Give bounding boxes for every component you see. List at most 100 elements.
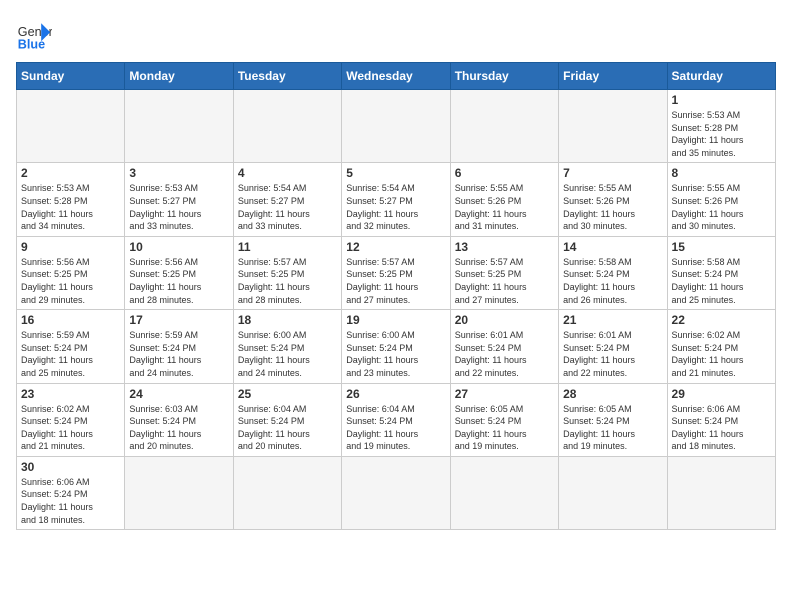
day-number: 7 <box>563 166 662 180</box>
calendar-week-row: 23Sunrise: 6:02 AM Sunset: 5:24 PM Dayli… <box>17 383 776 456</box>
calendar-cell <box>233 456 341 529</box>
calendar-cell: 1 Sunrise: 5:53 AM Sunset: 5:28 PM Daylig… <box>667 90 775 163</box>
day-info: Sunrise: 5:53 AM Sunset: 5:28 PM Dayligh… <box>21 182 120 232</box>
day-info: Sunrise: 6:04 AM Sunset: 5:24 PM Dayligh… <box>238 403 337 453</box>
calendar-cell: 14 Sunrise: 5:58 AM Sunset: 5:24 PM Dayli… <box>559 236 667 309</box>
weekday-header-wednesday: Wednesday <box>342 63 450 90</box>
day-number: 3 <box>129 166 228 180</box>
calendar-week-row: 2 Sunrise: 5:53 AM Sunset: 5:28 PM Daylig… <box>17 163 776 236</box>
calendar-cell: 13Sunrise: 5:57 AM Sunset: 5:25 PM Dayli… <box>450 236 558 309</box>
day-number: 25 <box>238 387 337 401</box>
calendar-cell <box>450 90 558 163</box>
logo: General Blue <box>16 16 52 52</box>
weekday-header-sunday: Sunday <box>17 63 125 90</box>
calendar-cell: 2 Sunrise: 5:53 AM Sunset: 5:28 PM Daylig… <box>17 163 125 236</box>
calendar-cell: 10 Sunrise: 5:56 AM Sunset: 5:25 PM Dayli… <box>125 236 233 309</box>
weekday-header-thursday: Thursday <box>450 63 558 90</box>
day-number: 15 <box>672 240 771 254</box>
day-info: Sunrise: 5:59 AM Sunset: 5:24 PM Dayligh… <box>129 329 228 379</box>
day-number: 16 <box>21 313 120 327</box>
calendar-cell: 21Sunrise: 6:01 AM Sunset: 5:24 PM Dayli… <box>559 310 667 383</box>
svg-text:Blue: Blue <box>18 37 45 51</box>
calendar-cell: 4 Sunrise: 5:54 AM Sunset: 5:27 PM Daylig… <box>233 163 341 236</box>
day-number: 14 <box>563 240 662 254</box>
calendar-week-row: 1 Sunrise: 5:53 AM Sunset: 5:28 PM Daylig… <box>17 90 776 163</box>
day-number: 5 <box>346 166 445 180</box>
calendar-cell: 29Sunrise: 6:06 AM Sunset: 5:24 PM Dayli… <box>667 383 775 456</box>
day-info: Sunrise: 5:54 AM Sunset: 5:27 PM Dayligh… <box>238 182 337 232</box>
day-info: Sunrise: 5:59 AM Sunset: 5:24 PM Dayligh… <box>21 329 120 379</box>
calendar-cell: 7 Sunrise: 5:55 AM Sunset: 5:26 PM Daylig… <box>559 163 667 236</box>
day-info: Sunrise: 5:58 AM Sunset: 5:24 PM Dayligh… <box>672 256 771 306</box>
day-info: Sunrise: 6:01 AM Sunset: 5:24 PM Dayligh… <box>455 329 554 379</box>
day-number: 4 <box>238 166 337 180</box>
day-info: Sunrise: 6:02 AM Sunset: 5:24 PM Dayligh… <box>672 329 771 379</box>
calendar-cell <box>559 90 667 163</box>
logo-icon: General Blue <box>16 16 52 52</box>
day-number: 8 <box>672 166 771 180</box>
calendar-cell: 22 Sunrise: 6:02 AM Sunset: 5:24 PM Dayli… <box>667 310 775 383</box>
day-number: 24 <box>129 387 228 401</box>
calendar-cell: 30Sunrise: 6:06 AM Sunset: 5:24 PM Dayli… <box>17 456 125 529</box>
day-number: 21 <box>563 313 662 327</box>
calendar-cell: 24Sunrise: 6:03 AM Sunset: 5:24 PM Dayli… <box>125 383 233 456</box>
calendar-cell <box>342 456 450 529</box>
day-info: Sunrise: 5:56 AM Sunset: 5:25 PM Dayligh… <box>21 256 120 306</box>
calendar-cell: 6Sunrise: 5:55 AM Sunset: 5:26 PM Daylig… <box>450 163 558 236</box>
calendar-cell <box>450 456 558 529</box>
calendar-week-row: 16 Sunrise: 5:59 AM Sunset: 5:24 PM Dayli… <box>17 310 776 383</box>
day-number: 10 <box>129 240 228 254</box>
day-info: Sunrise: 5:57 AM Sunset: 5:25 PM Dayligh… <box>238 256 337 306</box>
calendar-week-row: 30Sunrise: 6:06 AM Sunset: 5:24 PM Dayli… <box>17 456 776 529</box>
day-info: Sunrise: 5:58 AM Sunset: 5:24 PM Dayligh… <box>563 256 662 306</box>
day-number: 17 <box>129 313 228 327</box>
calendar-cell <box>125 90 233 163</box>
day-number: 28 <box>563 387 662 401</box>
calendar-cell: 11 Sunrise: 5:57 AM Sunset: 5:25 PM Dayli… <box>233 236 341 309</box>
day-info: Sunrise: 6:00 AM Sunset: 5:24 PM Dayligh… <box>238 329 337 379</box>
calendar-cell: 3 Sunrise: 5:53 AM Sunset: 5:27 PM Daylig… <box>125 163 233 236</box>
day-info: Sunrise: 5:55 AM Sunset: 5:26 PM Dayligh… <box>563 182 662 232</box>
weekday-header-tuesday: Tuesday <box>233 63 341 90</box>
day-number: 1 <box>672 93 771 107</box>
day-info: Sunrise: 5:53 AM Sunset: 5:27 PM Dayligh… <box>129 182 228 232</box>
calendar-cell: 17 Sunrise: 5:59 AM Sunset: 5:24 PM Dayli… <box>125 310 233 383</box>
calendar-cell: 26Sunrise: 6:04 AM Sunset: 5:24 PM Dayli… <box>342 383 450 456</box>
calendar-cell: 18 Sunrise: 6:00 AM Sunset: 5:24 PM Dayli… <box>233 310 341 383</box>
day-info: Sunrise: 6:05 AM Sunset: 5:24 PM Dayligh… <box>563 403 662 453</box>
calendar-cell <box>667 456 775 529</box>
calendar-cell: 28 Sunrise: 6:05 AM Sunset: 5:24 PM Dayli… <box>559 383 667 456</box>
calendar-cell: 15 Sunrise: 5:58 AM Sunset: 5:24 PM Dayli… <box>667 236 775 309</box>
calendar-cell: 20Sunrise: 6:01 AM Sunset: 5:24 PM Dayli… <box>450 310 558 383</box>
calendar-cell: 8 Sunrise: 5:55 AM Sunset: 5:26 PM Daylig… <box>667 163 775 236</box>
day-info: Sunrise: 6:06 AM Sunset: 5:24 PM Dayligh… <box>21 476 120 526</box>
calendar-cell <box>17 90 125 163</box>
day-number: 23 <box>21 387 120 401</box>
weekday-header-saturday: Saturday <box>667 63 775 90</box>
day-info: Sunrise: 6:05 AM Sunset: 5:24 PM Dayligh… <box>455 403 554 453</box>
header: General Blue <box>16 16 776 52</box>
calendar-cell: 19Sunrise: 6:00 AM Sunset: 5:24 PM Dayli… <box>342 310 450 383</box>
day-info: Sunrise: 5:56 AM Sunset: 5:25 PM Dayligh… <box>129 256 228 306</box>
day-number: 11 <box>238 240 337 254</box>
day-info: Sunrise: 5:57 AM Sunset: 5:25 PM Dayligh… <box>455 256 554 306</box>
calendar-cell <box>125 456 233 529</box>
calendar: SundayMondayTuesdayWednesdayThursdayFrid… <box>16 62 776 530</box>
calendar-week-row: 9Sunrise: 5:56 AM Sunset: 5:25 PM Daylig… <box>17 236 776 309</box>
weekday-header-row: SundayMondayTuesdayWednesdayThursdayFrid… <box>17 63 776 90</box>
day-info: Sunrise: 5:55 AM Sunset: 5:26 PM Dayligh… <box>672 182 771 232</box>
day-info: Sunrise: 5:53 AM Sunset: 5:28 PM Dayligh… <box>672 109 771 159</box>
calendar-cell: 9Sunrise: 5:56 AM Sunset: 5:25 PM Daylig… <box>17 236 125 309</box>
calendar-cell <box>559 456 667 529</box>
calendar-cell: 27Sunrise: 6:05 AM Sunset: 5:24 PM Dayli… <box>450 383 558 456</box>
day-number: 22 <box>672 313 771 327</box>
calendar-cell <box>233 90 341 163</box>
day-info: Sunrise: 6:00 AM Sunset: 5:24 PM Dayligh… <box>346 329 445 379</box>
weekday-header-monday: Monday <box>125 63 233 90</box>
day-number: 18 <box>238 313 337 327</box>
calendar-cell: 5Sunrise: 5:54 AM Sunset: 5:27 PM Daylig… <box>342 163 450 236</box>
day-info: Sunrise: 5:57 AM Sunset: 5:25 PM Dayligh… <box>346 256 445 306</box>
day-number: 2 <box>21 166 120 180</box>
day-number: 6 <box>455 166 554 180</box>
calendar-cell: 23Sunrise: 6:02 AM Sunset: 5:24 PM Dayli… <box>17 383 125 456</box>
